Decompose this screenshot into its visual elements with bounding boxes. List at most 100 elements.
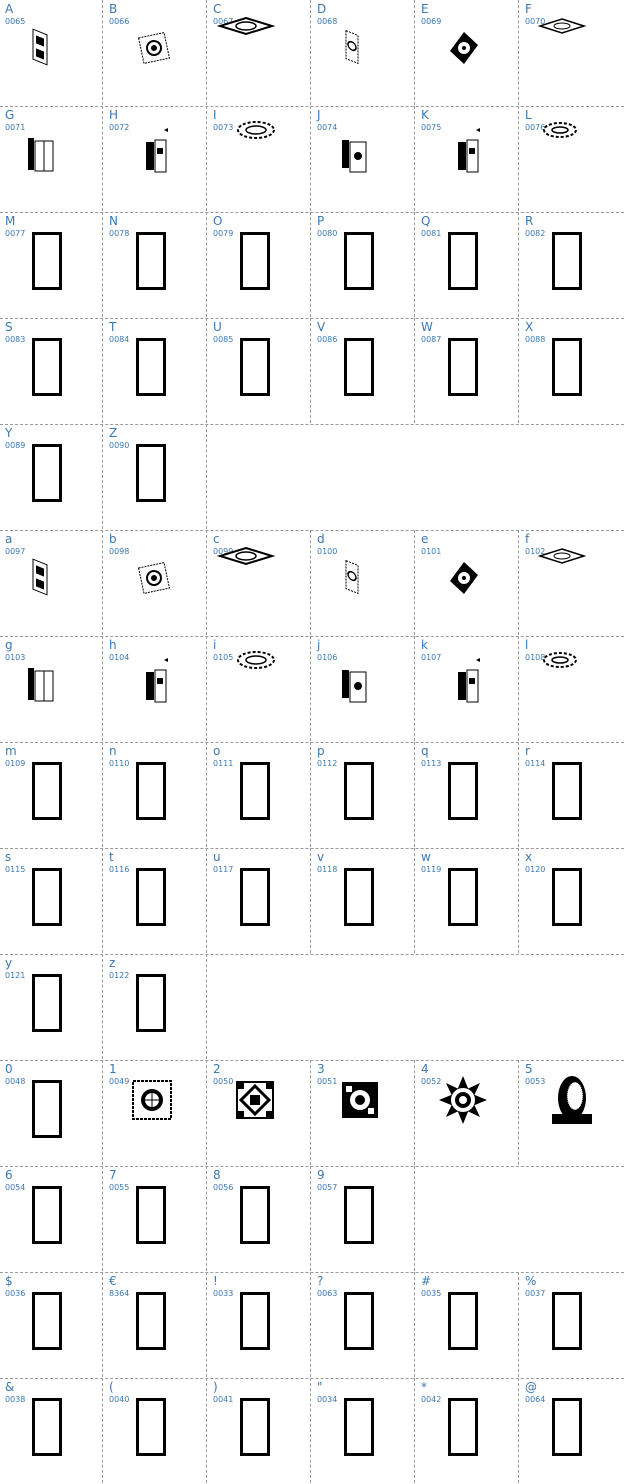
missing-glyph-box: [136, 974, 166, 1032]
glyph-code-label: 0086: [317, 335, 338, 344]
glyph-code-label: 0111: [213, 759, 234, 768]
glyph-character-label: €: [109, 1274, 117, 1288]
glyph-cell: €8364: [104, 1272, 207, 1377]
glyph-character-label: U: [213, 320, 222, 334]
glyph-cell: x 0120: [520, 848, 624, 953]
glyph-code-label: 8364: [109, 1289, 130, 1298]
glyph-cell: G 0071: [0, 106, 103, 211]
ornate-square-glyph: [104, 0, 207, 105]
glyph-character-label: z: [109, 956, 116, 970]
glyph-row: Y 0089 Z 0090: [0, 424, 624, 531]
glyph-character-label: #: [421, 1274, 432, 1288]
glyph-cell: 1 0049: [104, 1060, 207, 1165]
missing-glyph-box: [240, 232, 270, 290]
glyph-character-label: ?: [317, 1274, 324, 1288]
glyph-code-label: 0057: [317, 1183, 338, 1192]
glyph-cell: V 0086: [312, 318, 415, 423]
glyph-character-label: 9: [317, 1168, 325, 1182]
glyph-character-label: Z: [109, 426, 118, 440]
missing-glyph-box: [344, 1186, 374, 1244]
glyph-character-label: N: [109, 214, 118, 228]
glyph-code-label: 0089: [5, 441, 26, 450]
glyph-row: 0 0048 1 0049 2 0050 3 0051 4 0052 5 0053: [0, 1060, 624, 1167]
glyph-cell: a 0097: [0, 530, 103, 635]
missing-glyph-box: [136, 762, 166, 820]
glyph-cell: d 0100: [312, 530, 415, 635]
glyph-cell: % 0037: [520, 1272, 624, 1377]
ornate-square-glyph: [104, 530, 207, 635]
glyph-cell: Q 0081: [416, 212, 519, 317]
glyph-cell: R 0082: [520, 212, 624, 317]
glyph-cell: E 0069: [416, 0, 519, 105]
glyph-cell: P 0080: [312, 212, 415, 317]
glyph-cell: k 0107: [416, 636, 519, 741]
glyph-row: a 0097 b 0098 c 0099 d 0100 e 0101 f 0102: [0, 530, 624, 637]
glyph-character-label: P: [317, 214, 325, 228]
diamond-panel-glyph: [416, 0, 519, 105]
glyph-cell: W 0087: [416, 318, 519, 423]
glyph-code-label: 0109: [5, 759, 26, 768]
glyph-cell: H 0072: [104, 106, 207, 211]
glyph-code-label: 0056: [213, 1183, 234, 1192]
dark-tile-glyph: [312, 1060, 415, 1165]
glyph-cell: i 0105: [208, 636, 311, 741]
diamond-panel-glyph: [416, 530, 519, 635]
glyph-character-label: X: [525, 320, 534, 334]
glyph-cell: u 0117: [208, 848, 311, 953]
missing-glyph-box: [552, 868, 582, 926]
missing-glyph-box: [32, 232, 62, 290]
missing-glyph-box: [136, 1292, 166, 1350]
missing-glyph-box: [136, 1186, 166, 1244]
missing-glyph-box: [32, 444, 62, 502]
glyph-cell: p 0112: [312, 742, 415, 847]
glyph-cell: J 0074: [312, 106, 415, 211]
glyph-code-label: 0115: [5, 865, 26, 874]
glyph-character-label: y: [5, 956, 13, 970]
open-box-dark-glyph: [416, 106, 519, 211]
star-sun-glyph: [416, 1060, 519, 1165]
glyph-character-label: S: [5, 320, 13, 334]
glyph-character-label: ): [213, 1380, 218, 1394]
missing-glyph-box: [32, 762, 62, 820]
glyph-code-label: 0113: [421, 759, 442, 768]
glyph-cell: ! 0033: [208, 1272, 311, 1377]
glyph-cell: 0 0048: [0, 1060, 103, 1165]
tilted-panel-light-glyph: [312, 530, 415, 635]
glyph-cell: l 0108: [520, 636, 624, 741]
missing-glyph-box: [32, 338, 62, 396]
glyph-code-label: 0040: [109, 1395, 130, 1404]
glyph-character-label: %: [525, 1274, 537, 1288]
glyph-character-label: v: [317, 850, 325, 864]
glyph-character-label: x: [525, 850, 533, 864]
glyph-cell: b 0098: [104, 530, 207, 635]
glyph-code-label: 0088: [525, 335, 546, 344]
missing-glyph-box: [136, 444, 166, 502]
glyph-character-label: @: [525, 1380, 537, 1394]
glyph-row: y 0121 z 0122: [0, 954, 624, 1061]
missing-glyph-box: [240, 1398, 270, 1456]
glyph-cell: " 0034: [312, 1378, 415, 1483]
tilted-panel-light-glyph: [312, 0, 415, 105]
glyph-row: s 0115 t 0116 u 0117 v 0118 w 0119 x 0120: [0, 848, 624, 955]
glyph-cell: s 0115: [0, 848, 103, 953]
glyph-cell: T 0084: [104, 318, 207, 423]
missing-glyph-box: [32, 1080, 62, 1138]
glyph-row: & 0038(0040) 0041 " 0034 * 0042 @0064: [0, 1378, 624, 1484]
glyph-cell: q 0113: [416, 742, 519, 847]
missing-glyph-box: [448, 338, 478, 396]
missing-glyph-box: [240, 1292, 270, 1350]
glyph-character-label: ": [317, 1380, 323, 1394]
open-box-glyph: [0, 106, 103, 211]
glyph-cell: L 0076: [520, 106, 624, 211]
glyph-code-label: 0038: [5, 1395, 26, 1404]
glyph-character-label: $: [5, 1274, 13, 1288]
glyph-cell: X 0088: [520, 318, 624, 423]
glyph-code-label: 0080: [317, 229, 338, 238]
glyph-cell: Y 0089: [0, 424, 103, 529]
glyph-code-label: 0122: [109, 971, 130, 980]
glyph-cell: ? 0063: [312, 1272, 415, 1377]
glyph-character-label: !: [213, 1274, 218, 1288]
glyph-character-label: w: [421, 850, 431, 864]
missing-glyph-box: [344, 1292, 374, 1350]
glyph-cell: @0064: [520, 1378, 624, 1483]
